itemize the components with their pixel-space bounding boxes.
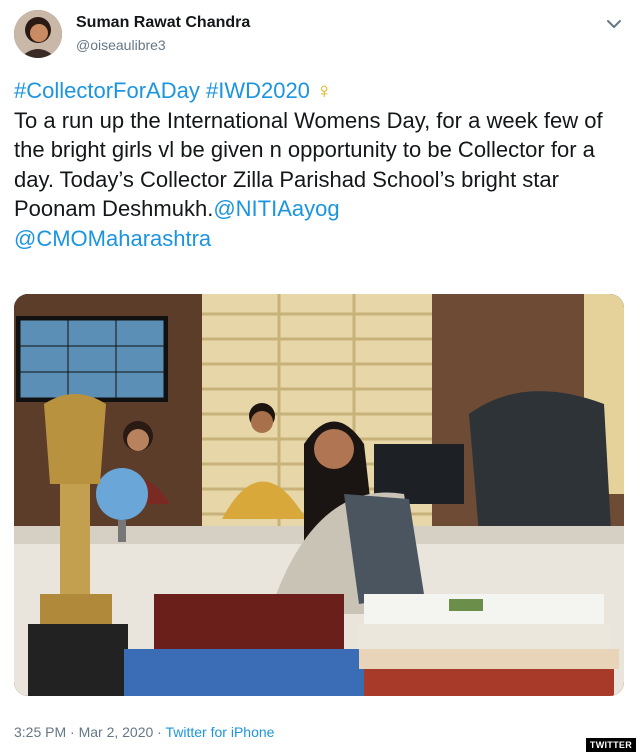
venus-emoji-icon: ♀: [316, 78, 333, 103]
watermark-label: TWITTER: [585, 738, 636, 752]
tweet-photo[interactable]: [14, 294, 624, 696]
hashtag-link[interactable]: #CollectorForADay: [14, 78, 200, 103]
avatar[interactable]: [14, 10, 62, 58]
source-link[interactable]: Twitter for iPhone: [165, 724, 274, 740]
chevron-down-icon[interactable]: [604, 14, 624, 34]
tweet-meta: 3:25 PM · Mar 2, 2020 · Twitter for iPho…: [14, 724, 274, 740]
mention-link[interactable]: @CMOMaharashtra: [14, 226, 211, 251]
tweet-card: Suman Rawat Chandra @oiseaulibre3 #Colle…: [0, 0, 640, 756]
hashtag-link[interactable]: #IWD2020: [206, 78, 310, 103]
author-name[interactable]: Suman Rawat Chandra: [76, 14, 250, 32]
author-handle[interactable]: @oiseaulibre3: [76, 37, 166, 53]
tweet-text: #CollectorForADay #IWD2020 ♀ To a run up…: [14, 76, 630, 253]
mention-link[interactable]: @NITIAayog: [213, 196, 339, 221]
timestamp[interactable]: 3:25 PM · Mar 2, 2020 ·: [14, 724, 165, 740]
